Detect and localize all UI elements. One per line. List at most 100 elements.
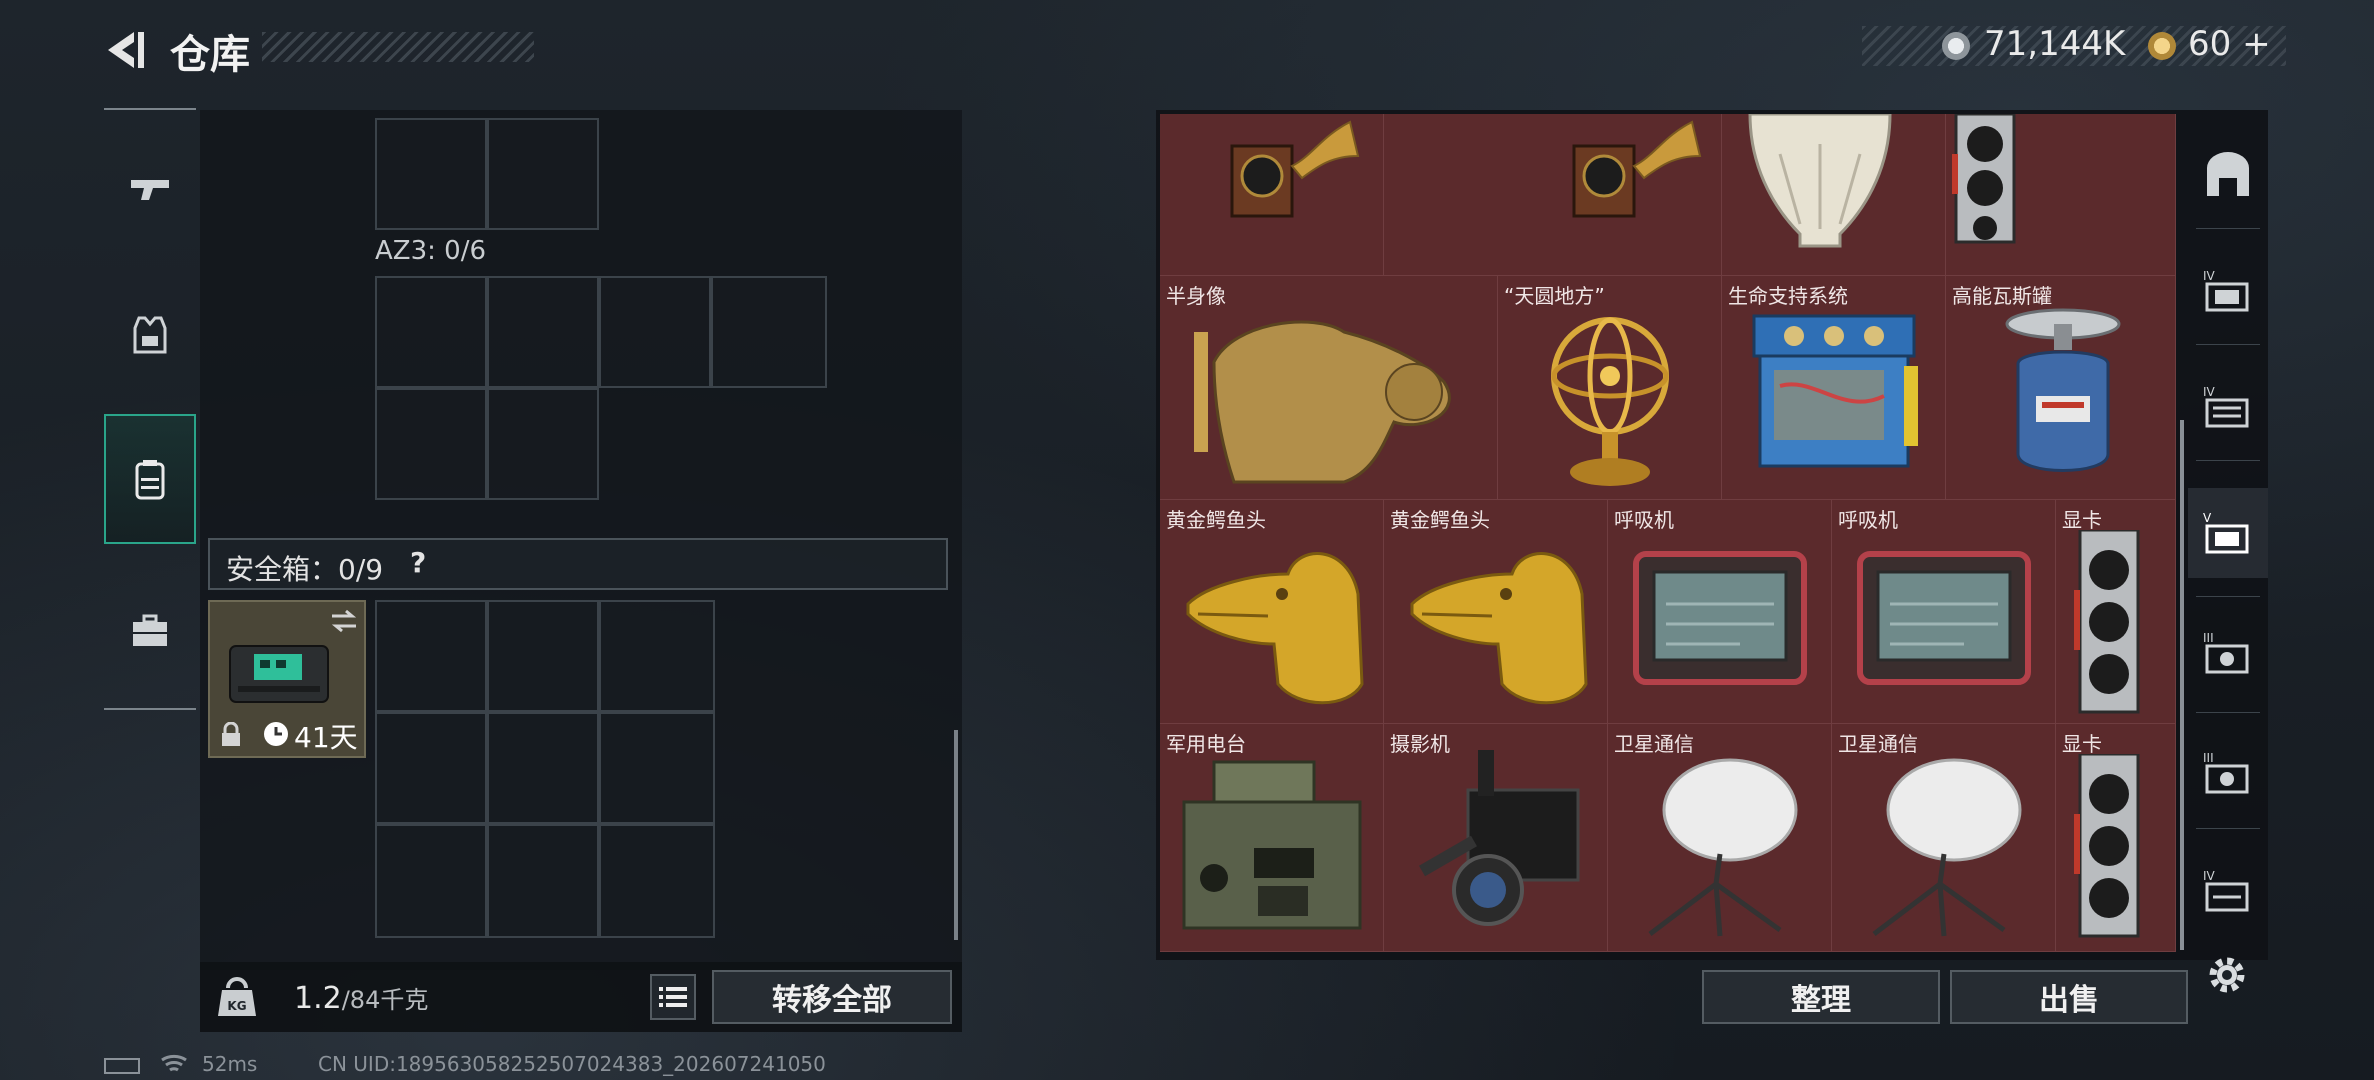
side-tab-storage[interactable]: III — [2188, 608, 2268, 698]
golden-crocodile-icon — [1186, 552, 1364, 705]
grid-slot[interactable] — [599, 600, 715, 712]
inventory-item[interactable]: 军用电台 — [1160, 724, 1384, 952]
inventory-item[interactable]: 黄金鳄鱼头 — [1384, 500, 1608, 724]
left-scrollbar[interactable] — [954, 730, 958, 940]
grid-slot[interactable] — [487, 388, 599, 500]
grid-slot[interactable] — [375, 276, 487, 388]
nav-divider — [104, 708, 196, 710]
grid-slot[interactable] — [375, 600, 487, 712]
nav-backpack[interactable] — [104, 414, 196, 544]
grid-slot[interactable] — [375, 388, 487, 500]
back-arrow-icon[interactable] — [100, 28, 148, 72]
storage-tier-icon: V — [2203, 511, 2249, 554]
side-tab-storage[interactable]: IV — [2188, 362, 2268, 452]
item-label: 军用电台 — [1166, 732, 1246, 756]
armillary-sphere-icon — [1551, 317, 1669, 486]
inventory-item[interactable]: 高能瓦斯罐 — [1946, 276, 2176, 500]
inventory-item[interactable] — [1384, 114, 1722, 276]
side-tab-storage[interactable]: III — [2188, 728, 2268, 818]
weight-max: /84千克 — [341, 986, 429, 1014]
sell-button[interactable]: 出售 — [1950, 970, 2188, 1024]
inventory-item[interactable] — [1160, 114, 1384, 276]
inventory-item[interactable]: 黄金鳄鱼头 — [1160, 500, 1384, 724]
grid-slot[interactable] — [375, 712, 487, 824]
bust-icon — [1194, 320, 1451, 484]
inventory-item[interactable]: 摄影机 — [1384, 724, 1608, 952]
nav-divider — [104, 108, 196, 110]
side-divider — [2196, 460, 2260, 461]
title-decoration — [262, 32, 534, 62]
inventory-item[interactable]: 卫星通信 — [1608, 724, 1832, 952]
safe-box-label: 安全箱：0/9 — [226, 553, 384, 586]
item-label: 呼吸机 — [1838, 508, 1898, 532]
item-label: 黄金鳄鱼头 — [1166, 508, 1266, 532]
graphics-card-icon — [1952, 114, 2016, 244]
vase-icon — [1748, 114, 1892, 248]
inventory-item[interactable]: 显卡 — [2056, 724, 2176, 952]
inventory-item[interactable]: 呼吸机 — [1832, 500, 2056, 724]
inventory-item[interactable] — [1722, 114, 1946, 276]
inventory-item[interactable]: 卫星通信 — [1832, 724, 2056, 952]
safe-box-help-button[interactable]: ? — [410, 546, 426, 579]
storage-tier-icon: IV — [2203, 269, 2249, 312]
grid-slot[interactable] — [487, 600, 599, 712]
item-label: 显卡 — [2062, 508, 2102, 532]
storage-tier-icon: IV — [2203, 869, 2249, 912]
ping-text: 52ms — [202, 1052, 258, 1076]
item-label: 卫星通信 — [1614, 732, 1694, 756]
silver-coin-icon — [1942, 32, 1970, 60]
uid-text: CN UID:18956305825250702438​3_2026072410… — [318, 1052, 826, 1076]
briefcase-icon — [133, 614, 167, 646]
list-icon — [659, 987, 687, 1007]
side-tab-storage-active[interactable]: V — [2188, 488, 2268, 578]
grid-slot[interactable] — [487, 824, 599, 938]
swap-icon[interactable] — [328, 608, 360, 634]
item-label: “天圆地方” — [1504, 284, 1605, 308]
side-tab-vault[interactable] — [2188, 130, 2268, 220]
gold-coin-icon[interactable] — [2148, 32, 2176, 60]
grid-slot[interactable] — [599, 712, 715, 824]
gramophone-icon — [1572, 120, 1702, 218]
item-label: 卫星通信 — [1838, 732, 1918, 756]
inventory-item[interactable]: 显卡 — [2056, 500, 2176, 724]
grid-slot[interactable] — [599, 276, 711, 388]
transfer-all-button[interactable]: 转移全部 — [712, 970, 952, 1024]
side-divider — [2196, 712, 2260, 713]
grid-slot[interactable] — [487, 712, 599, 824]
storage-tier-icon: III — [2203, 631, 2249, 674]
nav-weapons[interactable] — [104, 124, 196, 254]
gear-icon[interactable] — [2206, 954, 2248, 996]
graphics-card-icon — [2074, 754, 2140, 938]
vest-icon — [133, 316, 167, 354]
grid-slot[interactable] — [487, 276, 599, 388]
inventory-item[interactable] — [1946, 114, 2176, 276]
list-view-button[interactable] — [650, 974, 696, 1020]
inventory-item[interactable]: “天圆地方” — [1498, 276, 1722, 500]
safe-case-icon — [229, 645, 329, 703]
weight-kg-icon: KG — [218, 977, 256, 1016]
grid-slot[interactable] — [599, 824, 715, 938]
svg-text:KG: KG — [227, 999, 246, 1013]
grid-slot[interactable] — [711, 276, 827, 388]
grid-slot[interactable] — [375, 118, 487, 230]
gramophone-icon — [1230, 120, 1360, 218]
side-tab-storage[interactable]: IV — [2188, 846, 2268, 936]
side-tab-storage[interactable]: IV — [2188, 246, 2268, 336]
gold-amount[interactable]: 60 + — [2188, 24, 2271, 64]
inventory-item[interactable]: 呼吸机 — [1608, 500, 1832, 724]
inventory-item[interactable]: 生命支持系统 — [1722, 276, 1946, 500]
grid-slot[interactable] — [487, 118, 599, 230]
item-label: 生命支持系统 — [1728, 284, 1848, 308]
inventory-item[interactable]: 半身像 — [1160, 276, 1498, 500]
safe-box-days: 41天 — [294, 721, 358, 754]
nav-case[interactable] — [104, 566, 196, 696]
nav-armor[interactable] — [104, 270, 196, 400]
satellite-dish-icon — [1648, 758, 1798, 937]
az3-slot-label: AZ3: 0/6 — [375, 236, 487, 266]
grid-slot[interactable] — [375, 824, 487, 938]
life-support-icon — [1752, 314, 1918, 468]
sort-button[interactable]: 整理 — [1702, 970, 1940, 1024]
svg-text:IV: IV — [2203, 869, 2216, 883]
safe-box-item[interactable]: 41天 — [208, 600, 366, 758]
inventory-scrollbar[interactable] — [2180, 420, 2184, 950]
